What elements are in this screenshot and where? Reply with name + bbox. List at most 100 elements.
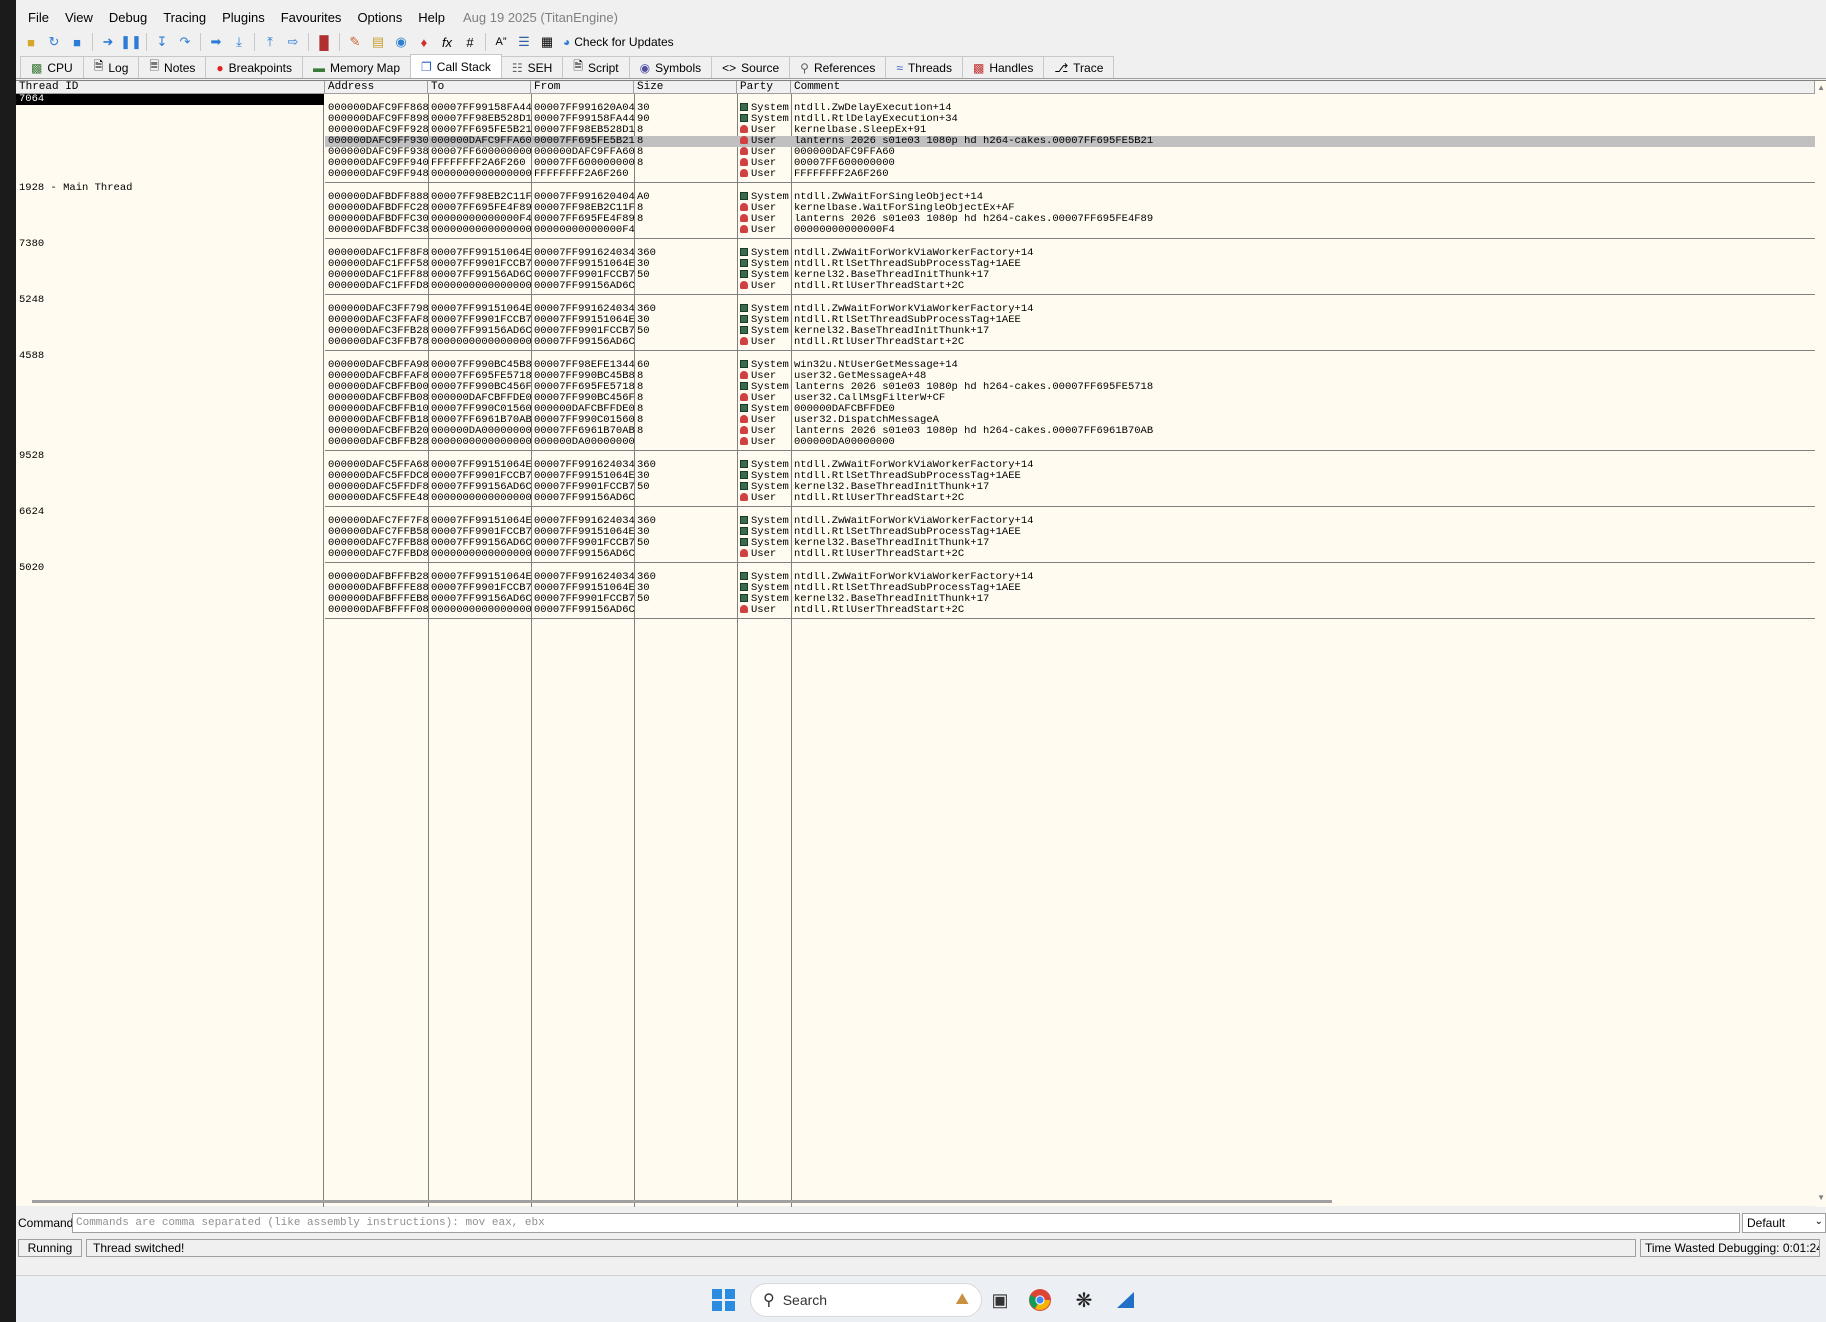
stack-frame-row[interactable]: 000000DAFC7FFB88 00007FF99156AD6C 00007FF9…	[325, 538, 1815, 549]
thread-item[interactable]: 9528	[16, 451, 324, 462]
stack-frame-row[interactable]: 000000DAFCBFFB08 000000DAFCBFFDE0 00007FF9…	[325, 393, 1815, 404]
patch-icon[interactable]: ✎	[344, 31, 366, 53]
run-icon[interactable]: ➜	[97, 31, 119, 53]
windows-start-icon[interactable]	[710, 1286, 738, 1314]
stack-frame-row[interactable]: 000000DAFC9FF940 FFFFFFFF2A6F260 00007FF60…	[325, 158, 1815, 169]
menu-tracing[interactable]: Tracing	[155, 10, 214, 25]
menu-view[interactable]: View	[57, 10, 101, 25]
column-header-size[interactable]: Size	[634, 81, 737, 94]
stack-frame-row[interactable]: 000000DAFC3FFB78 0000000000000000 00007FF9…	[325, 337, 1815, 348]
step-into-icon[interactable]: ↧	[151, 31, 173, 53]
menu-favourites[interactable]: Favourites	[273, 10, 350, 25]
thread-item[interactable]: 7064	[16, 94, 324, 105]
stack-frame-row[interactable]: 000000DAFC9FF948 0000000000000000 FFFFFFFF…	[325, 169, 1815, 180]
stop-icon[interactable]: ■	[66, 31, 88, 53]
thread-item[interactable]: 5020	[16, 563, 324, 574]
calculator-icon[interactable]: ▦	[536, 31, 558, 53]
tab-references[interactable]: ⚲ References	[789, 56, 887, 78]
thread-item[interactable]: 7380	[16, 239, 324, 250]
tab-symbols[interactable]: ◉ Symbols	[628, 56, 713, 78]
labels-icon[interactable]: ◉	[390, 31, 412, 53]
menu-debug[interactable]: Debug	[101, 10, 155, 25]
stack-frame-row[interactable]: 000000DAFCBFFAF8 00007FF695FE5718 00007FF9…	[325, 371, 1815, 382]
command-engine-select[interactable]: Default ⌄	[1742, 1213, 1826, 1233]
tab-breakpoints[interactable]: ● Breakpoints	[205, 56, 304, 78]
scroll-up-icon[interactable]: ▲	[1817, 83, 1825, 92]
tab-notes[interactable]: 🗏 Notes	[138, 56, 207, 78]
check-updates-button[interactable]: ◕ Check for Updates	[559, 35, 678, 49]
bookmarks-icon[interactable]: ♦	[413, 31, 435, 53]
tab-log[interactable]: 🗎 Log	[82, 56, 140, 78]
stack-frame-row[interactable]: 000000DAFBDFFC28 00007FF695FE4F89 00007FF9…	[325, 203, 1815, 214]
tab-memory-map[interactable]: ▬ Memory Map	[302, 56, 412, 78]
tab-trace[interactable]: ⎇ Trace	[1043, 56, 1115, 78]
stack-frame-row[interactable]: 000000DAFCBFFB28 0000000000000000 000000DA…	[325, 437, 1815, 448]
stack-frame-row[interactable]: 000000DAFCBFFB20 000000DA00000000 00007FF6…	[325, 426, 1815, 437]
taskbar-search[interactable]: ⚲ Search ⛰	[750, 1283, 982, 1317]
stack-frame-row[interactable]: 000000DAFC5FFDF8 00007FF99156AD6C 00007FF9…	[325, 482, 1815, 493]
tab-cpu[interactable]: ▩ CPU	[20, 56, 84, 78]
stack-frame-row[interactable]: 000000DAFBFFFF08 0000000000000000 00007FF9…	[325, 605, 1815, 616]
restart-icon[interactable]: ↻	[43, 31, 65, 53]
stack-frame-row[interactable]: 000000DAFCBFFA98 00007FF990BC45B8 00007FF9…	[325, 360, 1815, 371]
tab-call-stack[interactable]: ❐ Call Stack	[410, 54, 502, 78]
stack-frame-row[interactable]: 000000DAFCBFFB18 00007FF6961B70AB 00007FF9…	[325, 415, 1815, 426]
stack-frame-row[interactable]: 000000DAFC1FFF88 00007FF99156AD6C 00007FF9…	[325, 270, 1815, 281]
thread-item[interactable]: 6624	[16, 507, 324, 518]
stack-frame-row[interactable]: 000000DAFC7FFB58 00007FF9901FCCB7 00007FF9…	[325, 527, 1815, 538]
menu-help[interactable]: Help	[410, 10, 453, 25]
pause-icon[interactable]: ❚❚	[120, 31, 142, 53]
stack-frame-row[interactable]: 000000DAFBDFF888 00007FF98EB2C11F 00007FF9…	[325, 192, 1815, 203]
tlb-icon[interactable]: █	[313, 31, 335, 53]
column-header-address[interactable]: Address	[325, 81, 428, 94]
stack-frame-row[interactable]: 000000DAFC9FF928 00007FF695FE5B21 00007FF9…	[325, 125, 1815, 136]
stack-frame-row[interactable]: 000000DAFC7FF7F8 00007FF99151064E 00007FF9…	[325, 516, 1815, 527]
stack-frame-row[interactable]: 000000DAFCBFFB00 00007FF990BC456F 00007FF6…	[325, 382, 1815, 393]
stack-frame-row[interactable]: 000000DAFC5FFA68 00007FF99151064E 00007FF9…	[325, 460, 1815, 471]
horizontal-scrollbar[interactable]	[32, 1200, 1332, 1203]
thread-item[interactable]: 1928 - Main Thread	[16, 183, 324, 194]
menu-file[interactable]: File	[20, 10, 57, 25]
scroll-down-icon[interactable]: ▼	[1817, 1193, 1825, 1202]
task-view-icon[interactable]: ▣	[986, 1286, 1014, 1314]
chrome-icon[interactable]	[1026, 1286, 1054, 1314]
column-header-to[interactable]: To	[428, 81, 531, 94]
stack-frame-row[interactable]: 000000DAFBDFFC38 0000000000000000 00000000…	[325, 225, 1815, 236]
tab-handles[interactable]: ▩ Handles	[961, 56, 1045, 78]
step-over-icon[interactable]: ↷	[174, 31, 196, 53]
strings-icon[interactable]: ☰	[513, 31, 535, 53]
column-header-from[interactable]: From	[531, 81, 634, 94]
comments-icon[interactable]: ▤	[367, 31, 389, 53]
column-header-comment[interactable]: Comment	[791, 81, 1815, 94]
stack-frame-row[interactable]: 000000DAFBFFFEB8 00007FF99156AD6C 00007FF9…	[325, 594, 1815, 605]
trace-into-icon[interactable]: ⤓	[228, 31, 250, 53]
stack-frame-row[interactable]: 000000DAFC5FFDC8 00007FF9901FCCB7 00007FF9…	[325, 471, 1815, 482]
stack-frame-row[interactable]: 000000DAFC3FFAF8 00007FF9901FCCB7 00007FF9…	[325, 315, 1815, 326]
stack-frame-row[interactable]: 000000DAFBFFFE88 00007FF9901FCCB7 00007FF9…	[325, 583, 1815, 594]
column-header-thread-id[interactable]: Thread ID	[16, 81, 325, 94]
tab-seh[interactable]: ☷ SEH	[500, 56, 564, 78]
vertical-scrollbar[interactable]: ▲ ▼	[1815, 81, 1826, 1207]
stack-frame-row[interactable]: 000000DAFBDFFC30 00000000000000F4 00007FF6…	[325, 214, 1815, 225]
stack-frame-row[interactable]: 000000DAFC1FFFD8 0000000000000000 00007FF9…	[325, 281, 1815, 292]
thread-item[interactable]: 4588	[16, 351, 324, 362]
execute-till-return-icon[interactable]: ⤒	[259, 31, 281, 53]
functions-icon[interactable]: fx	[436, 31, 458, 53]
stack-frame-row[interactable]: 000000DAFBFFFB28 00007FF99151064E 00007FF9…	[325, 572, 1815, 583]
tab-script[interactable]: 🗎 Script	[562, 56, 630, 78]
column-header-party[interactable]: Party	[737, 81, 791, 94]
stack-frame-row[interactable]: 000000DAFC9FF868 00007FF99158FA44 00007FF9…	[325, 103, 1815, 114]
menu-options[interactable]: Options	[349, 10, 410, 25]
stack-frame-row[interactable]: 000000DAFC9FF930 000000DAFC9FFA60 00007FF6…	[325, 136, 1815, 147]
stack-frame-row[interactable]: 000000DAFC5FFE48 0000000000000000 00007FF9…	[325, 493, 1815, 504]
stack-frame-row[interactable]: 000000DAFC7FFBD8 0000000000000000 00007FF9…	[325, 549, 1815, 560]
run-to-user-code-icon[interactable]: ➡	[205, 31, 227, 53]
command-input[interactable]	[72, 1213, 1740, 1233]
hash-icon[interactable]: #	[459, 31, 481, 53]
open-icon[interactable]: ■	[20, 31, 42, 53]
stack-frame-row[interactable]: 000000DAFC3FFB28 00007FF99156AD6C 00007FF9…	[325, 326, 1815, 337]
run-to-selection-icon[interactable]: ⇨	[282, 31, 304, 53]
stack-frame-row[interactable]: 000000DAFC9FF898 00007FF98EB528D1 00007FF9…	[325, 114, 1815, 125]
font-icon[interactable]: A”	[490, 31, 512, 53]
thread-item[interactable]: 5248	[16, 295, 324, 306]
